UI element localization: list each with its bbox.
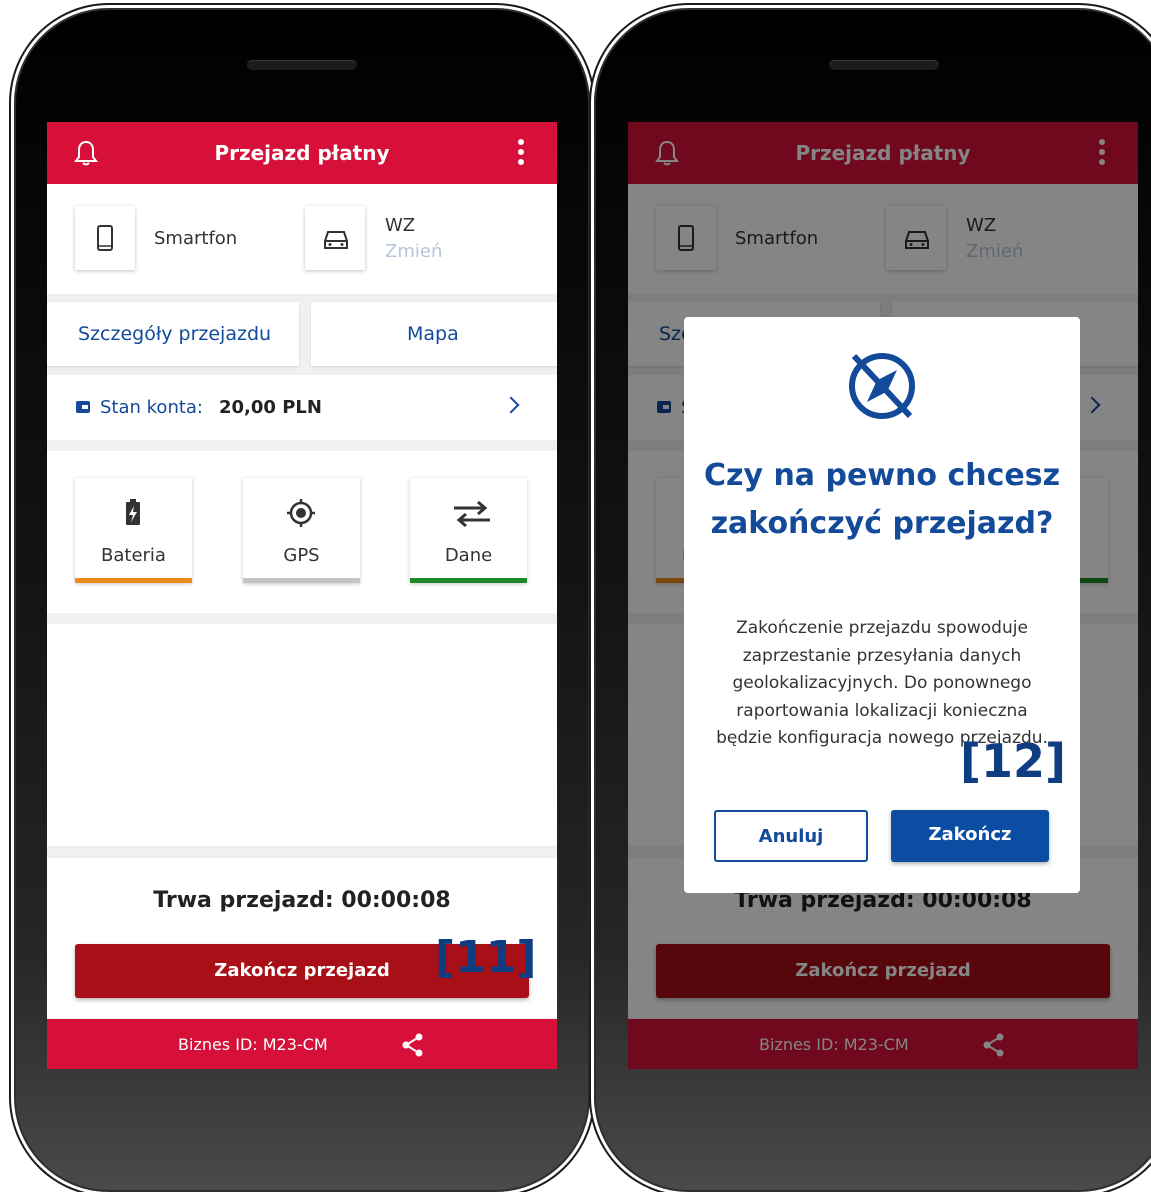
annotation-marker-11: [11] — [435, 932, 537, 983]
dialog-title: Czy na pewno chcesz zakończyć przejazd? — [703, 458, 1061, 541]
business-id: Biznes ID: M23-CM — [178, 1035, 328, 1054]
status-gps-label: GPS — [283, 545, 320, 566]
status-data: Dane — [410, 478, 527, 583]
account-balance-row[interactable]: Stan konta: 20,00 PLN — [47, 375, 557, 440]
tab-trip-details-label: Szczegóły przejazdu — [78, 323, 272, 345]
content-area — [47, 624, 557, 846]
smartphone-icon-box — [75, 206, 135, 270]
app-header: Przejazd płatny — [47, 122, 557, 184]
vehicle-change-link[interactable]: Zmień — [385, 241, 442, 262]
balance-label: Stan konta: — [100, 397, 203, 418]
smartphone-icon — [97, 225, 113, 251]
header-title: Przejazd płatny — [214, 141, 390, 165]
status-battery: Bateria — [75, 478, 192, 583]
transfer-arrows-icon — [454, 500, 490, 528]
app-screen-right: Przejazd płatny Smartfon WZ Zmień Trwa p… — [628, 122, 1138, 1069]
status-data-label: Dane — [444, 545, 493, 566]
battery-charging-icon — [126, 499, 140, 525]
status-gps: GPS — [243, 478, 360, 583]
phone-frame-right: Przejazd płatny Smartfon WZ Zmień Trwa p… — [594, 8, 1151, 1192]
tab-trip-details[interactable]: Szczegóły przejazdu — [47, 302, 299, 366]
wallet-icon — [76, 401, 90, 413]
phone-frame-left: Przejazd płatny Smartfon WZ Zmień Szczeg… — [14, 8, 590, 1192]
chevron-right-icon — [502, 396, 520, 414]
device-vehicle-card: Smartfon WZ Zmień — [47, 184, 557, 294]
speaker-grille — [247, 60, 357, 70]
tab-map-label: Mapa — [407, 323, 459, 345]
balance-value: 20,00 PLN — [219, 397, 322, 418]
speaker-grille — [828, 60, 939, 70]
more-menu-icon[interactable] — [517, 139, 525, 167]
end-trip-dialog: Czy na pewno chcesz zakończyć przejazd? … — [684, 317, 1080, 893]
annotation-marker-12: [12] — [960, 734, 1067, 788]
vehicle-label: WZ — [385, 215, 416, 236]
gps-off-icon — [849, 353, 915, 419]
confirm-end-button[interactable]: Zakończ — [891, 810, 1049, 862]
car-icon — [324, 231, 348, 249]
share-icon[interactable] — [401, 1033, 425, 1057]
status-battery-label: Bateria — [101, 545, 166, 566]
footer-bar: Biznes ID: M23-CM — [47, 1019, 557, 1069]
confirm-end-button-label: Zakończ — [928, 824, 1012, 845]
status-battery-bar — [75, 578, 192, 583]
gps-icon — [287, 499, 315, 527]
trip-timer: Trwa przejazd: 00:00:08 — [153, 888, 451, 913]
status-card: Bateria GPS Dane — [47, 451, 557, 613]
device-label: Smartfon — [154, 228, 238, 249]
status-gps-bar — [243, 578, 360, 583]
cancel-button[interactable]: Anuluj — [714, 810, 868, 862]
status-data-bar — [410, 578, 527, 583]
dialog-body: Zakończenie przejazdu spowoduje zaprzest… — [716, 618, 1048, 748]
tab-map[interactable]: Mapa — [311, 302, 557, 366]
cancel-button-label: Anuluj — [758, 826, 824, 847]
app-screen-left: Przejazd płatny Smartfon WZ Zmień Szczeg… — [47, 122, 557, 1069]
car-icon-box — [305, 206, 365, 270]
